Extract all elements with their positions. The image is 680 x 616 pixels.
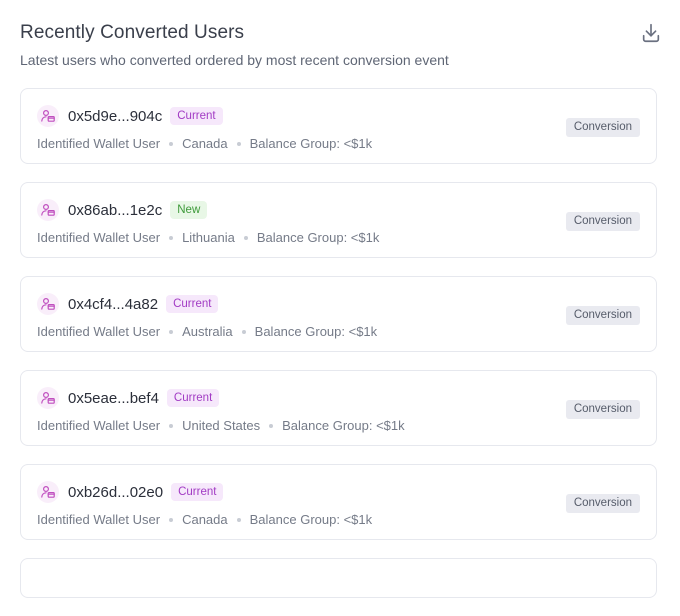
user-card[interactable]: 0x4cf4...4a82 Current Identified Wallet …	[20, 276, 657, 352]
user-type: Identified Wallet User	[37, 136, 161, 151]
user-balance-group: Balance Group: <$1k	[256, 230, 380, 245]
user-card[interactable]: 0xb26d...02e0 Current Identified Wallet …	[20, 464, 657, 540]
separator-dot	[169, 235, 174, 240]
download-icon	[642, 23, 660, 43]
recently-converted-users-panel: Recently Converted Users Latest users wh…	[0, 0, 680, 598]
separator-dot	[169, 141, 174, 146]
separator-dot	[169, 423, 174, 428]
user-type: Identified Wallet User	[37, 512, 161, 527]
separator-dot	[169, 329, 174, 334]
user-balance-group: Balance Group: <$1k	[254, 324, 378, 339]
conversion-tag: Conversion	[565, 494, 640, 513]
user-country: Lithuania	[182, 230, 235, 245]
user-balance-group: Balance Group: <$1k	[249, 136, 373, 151]
wallet-address-row: 0x5eae...bef4 Current	[68, 389, 220, 407]
user-wallet-icon	[37, 105, 59, 127]
user-list: 0x5d9e...904c Current Identified Wallet …	[20, 88, 657, 616]
separator-dot	[241, 329, 246, 334]
user-country: Canada	[182, 136, 228, 151]
user-card[interactable]: 0x5d9e...904c Current Identified Wallet …	[20, 88, 657, 164]
user-card[interactable]: 0x86ab...1e2c New Identified Wallet User…	[20, 182, 657, 258]
wallet-address-row: 0x86ab...1e2c New	[68, 201, 208, 219]
user-wallet-icon	[37, 199, 59, 221]
wallet-address[interactable]: 0xb26d...02e0	[68, 484, 163, 501]
user-wallet-icon	[37, 387, 59, 409]
user-meta: Identified Wallet User Australia Balance…	[37, 324, 377, 339]
conversion-tag: Conversion	[565, 400, 640, 419]
panel-title: Recently Converted Users	[20, 22, 245, 43]
conversion-tag: Conversion	[565, 212, 640, 231]
wallet-address[interactable]: 0x5d9e...904c	[68, 108, 162, 125]
wallet-address[interactable]: 0x5eae...bef4	[68, 390, 159, 407]
user-type: Identified Wallet User	[37, 324, 161, 339]
separator-dot	[243, 235, 248, 240]
conversion-tag: Conversion	[565, 118, 640, 137]
user-meta: Identified Wallet User Lithuania Balance…	[37, 230, 379, 245]
status-badge: New	[170, 201, 208, 219]
wallet-address-row: 0x5d9e...904c Current	[68, 107, 223, 125]
user-meta: Identified Wallet User Canada Balance Gr…	[37, 512, 372, 527]
user-country: Canada	[182, 512, 228, 527]
user-balance-group: Balance Group: <$1k	[282, 418, 405, 433]
user-country: Australia	[182, 324, 233, 339]
user-meta: Identified Wallet User Canada Balance Gr…	[37, 136, 372, 151]
user-meta: Identified Wallet User United States Bal…	[37, 418, 405, 433]
user-card[interactable]: 0x5eae...bef4 Current Identified Wallet …	[20, 370, 657, 446]
user-balance-group: Balance Group: <$1k	[249, 512, 373, 527]
separator-dot	[236, 517, 241, 522]
wallet-address-row: 0xb26d...02e0 Current	[68, 483, 224, 501]
user-type: Identified Wallet User	[37, 230, 161, 245]
wallet-address-row: 0x4cf4...4a82 Current	[68, 295, 219, 313]
status-badge: Current	[166, 295, 219, 313]
user-wallet-icon	[37, 293, 59, 315]
status-badge: Current	[171, 483, 224, 501]
download-button[interactable]	[638, 20, 664, 46]
panel-subtitle: Latest users who converted ordered by mo…	[20, 52, 449, 68]
wallet-address[interactable]: 0x4cf4...4a82	[68, 296, 158, 313]
user-country: United States	[182, 418, 261, 433]
user-wallet-icon	[37, 481, 59, 503]
separator-dot	[236, 141, 241, 146]
wallet-address[interactable]: 0x86ab...1e2c	[68, 202, 162, 219]
user-type: Identified Wallet User	[37, 418, 161, 433]
status-badge: Current	[166, 389, 220, 407]
status-badge: Current	[170, 107, 223, 125]
separator-dot	[169, 517, 174, 522]
user-card-partial[interactable]	[20, 558, 657, 598]
separator-dot	[269, 423, 274, 428]
conversion-tag: Conversion	[565, 306, 640, 325]
